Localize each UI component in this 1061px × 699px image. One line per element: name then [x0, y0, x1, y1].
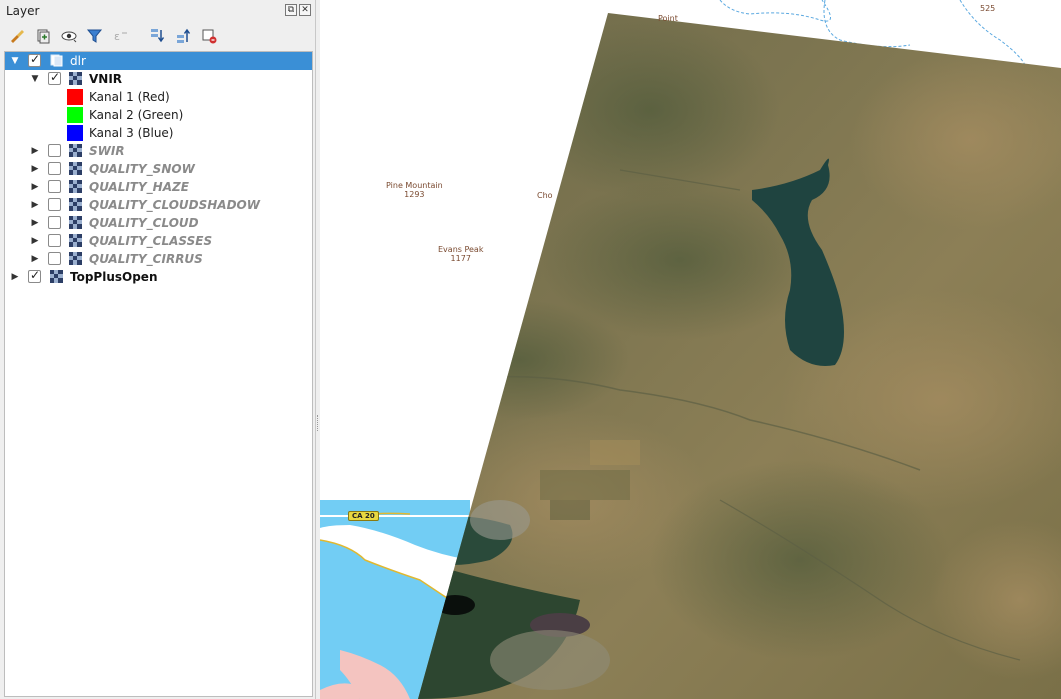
layer-vnir[interactable]: ▼ VNIR [5, 70, 312, 88]
layer-toolbar: ε [6, 24, 220, 48]
sublayer-item[interactable]: ▶ QUALITY_CLOUDSHADOW [5, 196, 312, 214]
panel-title: Layer [6, 4, 40, 18]
filter-icon[interactable] [84, 25, 106, 47]
layer-checkbox[interactable] [48, 234, 61, 247]
group-label: dlr [70, 54, 86, 68]
layer-label: TopPlusOpen [70, 270, 158, 284]
band-item: Kanal 1 (Red) [5, 88, 312, 106]
layer-checkbox[interactable] [48, 198, 61, 211]
layer-checkbox[interactable] [48, 216, 61, 229]
map-label-peak: Evans Peak 1177 [438, 245, 484, 263]
road-shield: CA 20 [348, 511, 379, 521]
band-label: Kanal 1 (Red) [89, 90, 170, 104]
layer-label: QUALITY_SNOW [89, 162, 195, 176]
layer-checkbox[interactable] [28, 52, 41, 67]
layer-label: QUALITY_CLASSES [89, 234, 213, 248]
svg-text:ε: ε [114, 30, 120, 43]
band-item: Kanal 2 (Green) [5, 106, 312, 124]
expand-arrow-icon[interactable]: ▶ [10, 272, 20, 282]
visibility-icon[interactable] [58, 25, 80, 47]
raster-layer-icon [69, 252, 82, 265]
layer-tree: ▼ dlr ▼ VNIR Kanal 1 (Red) [4, 51, 313, 697]
layer-checkbox[interactable] [48, 162, 61, 175]
layer-checkbox[interactable] [48, 70, 61, 85]
raster-layer-icon [69, 234, 82, 247]
qgis-window: Layer ⧉ ✕ ε ▼ ✓ dlr ▼ ✓ VNIR Kanal 1 (Re… [0, 0, 1061, 699]
style-manager-icon[interactable] [6, 25, 28, 47]
raster-layer-icon [69, 144, 82, 157]
layer-checkbox[interactable] [48, 144, 61, 157]
expand-all-icon[interactable] [146, 25, 168, 47]
raster-layer-icon [69, 180, 82, 193]
expand-arrow-icon[interactable]: ▶ [30, 218, 40, 228]
collapse-arrow-icon[interactable]: ▼ [30, 74, 40, 84]
map-label-place: Point [658, 14, 678, 23]
map-label-elevation: 525 [980, 4, 996, 13]
band-item: Kanal 3 (Blue) [5, 124, 312, 142]
remove-layer-icon[interactable] [198, 25, 220, 47]
layer-label: QUALITY_CLOUDSHADOW [89, 198, 260, 212]
layer-label: QUALITY_CIRRUS [89, 252, 203, 266]
raster-layer-icon [50, 270, 63, 283]
collapse-arrow-icon[interactable]: ▼ [10, 56, 20, 66]
sublayer-item[interactable]: ▶ SWIR [5, 142, 312, 160]
raster-layer-icon [69, 198, 82, 211]
raster-layer-icon [69, 216, 82, 229]
map-graphics [320, 0, 1061, 699]
layer-checkbox[interactable] [48, 180, 61, 193]
sublayer-item[interactable]: ▶ QUALITY_SNOW [5, 160, 312, 178]
layer-panel: Layer ⧉ ✕ ε ▼ ✓ dlr ▼ ✓ VNIR Kanal 1 (Re… [0, 0, 316, 699]
layer-topplusopen[interactable]: ▶ TopPlusOpen [5, 268, 312, 286]
layer-label: QUALITY_HAZE [89, 180, 189, 194]
expand-arrow-icon[interactable]: ▶ [30, 200, 40, 210]
layer-label: VNIR [89, 72, 123, 86]
layer-group-dlr[interactable]: ▼ dlr [5, 52, 312, 70]
satellite-raster [418, 13, 1061, 699]
layer-label: QUALITY_CLOUD [89, 216, 199, 230]
filter-expression-icon[interactable]: ε [110, 25, 132, 47]
group-icon [50, 54, 63, 67]
collapse-all-icon[interactable] [172, 25, 194, 47]
layer-checkbox[interactable] [28, 268, 41, 283]
band-label: Kanal 2 (Green) [89, 108, 184, 122]
raster-layer-icon [69, 162, 82, 175]
band-label: Kanal 3 (Blue) [89, 126, 174, 140]
layer-checkbox[interactable] [48, 252, 61, 265]
expand-arrow-icon[interactable]: ▶ [30, 254, 40, 264]
band-color-swatch [67, 107, 83, 123]
sublayer-item[interactable]: ▶ QUALITY_HAZE [5, 178, 312, 196]
band-color-swatch [67, 125, 83, 141]
sublayer-item[interactable]: ▶ QUALITY_CIRRUS [5, 250, 312, 268]
sublayer-item[interactable]: ▶ QUALITY_CLASSES [5, 232, 312, 250]
float-panel-button[interactable]: ⧉ [285, 4, 297, 16]
map-canvas[interactable]: Pine Mountain 1293 Evans Peak 1177 525 Poi… [320, 0, 1061, 699]
panel-window-buttons: ⧉ ✕ [285, 4, 311, 16]
add-group-icon[interactable] [32, 25, 54, 47]
map-label-place: Cho [537, 191, 553, 200]
expand-arrow-icon[interactable]: ▶ [30, 146, 40, 156]
expand-arrow-icon[interactable]: ▶ [30, 236, 40, 246]
expand-arrow-icon[interactable]: ▶ [30, 182, 40, 192]
expand-arrow-icon[interactable]: ▶ [30, 164, 40, 174]
raster-layer-icon [69, 72, 82, 85]
layer-label: SWIR [89, 144, 125, 158]
band-color-swatch [67, 89, 83, 105]
map-label-peak: Pine Mountain 1293 [386, 181, 443, 199]
sublayer-item[interactable]: ▶ QUALITY_CLOUD [5, 214, 312, 232]
close-panel-button[interactable]: ✕ [299, 4, 311, 16]
